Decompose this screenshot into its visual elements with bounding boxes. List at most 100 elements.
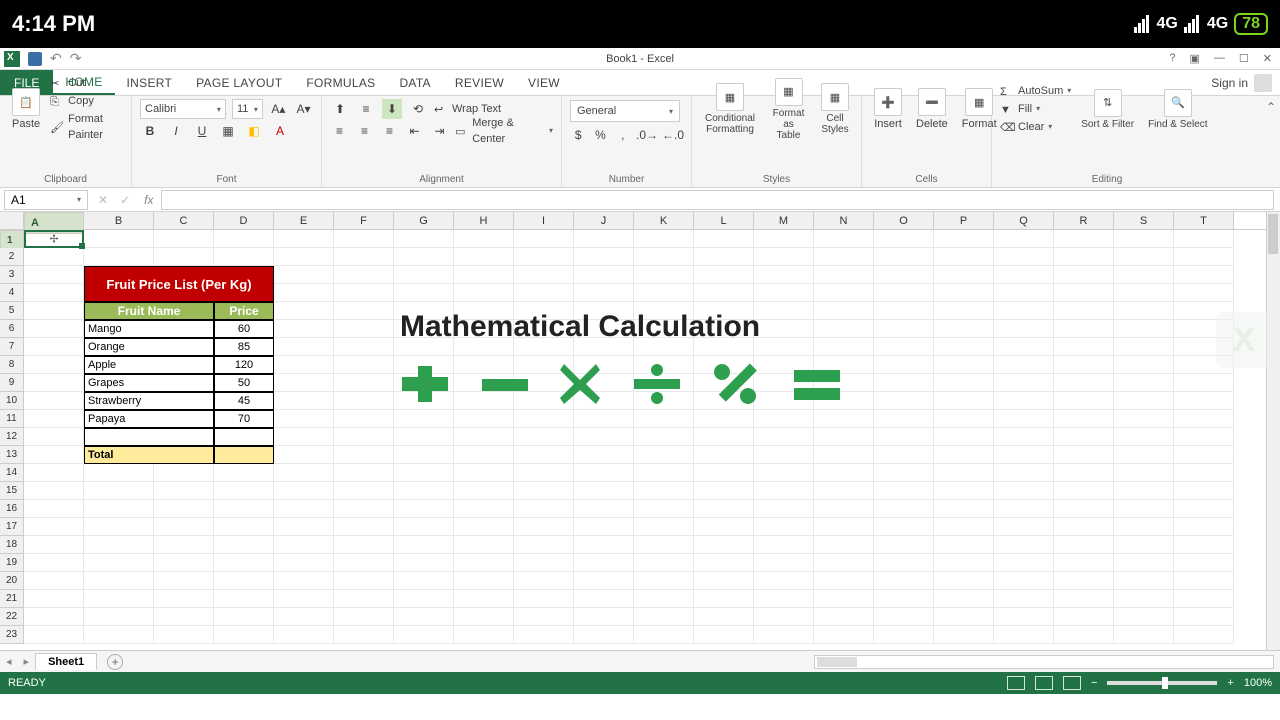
table-row-blank[interactable] (84, 428, 214, 446)
cell[interactable] (874, 626, 934, 644)
cell[interactable] (84, 248, 154, 266)
clear-button[interactable]: ⌫Clear▾ (1000, 119, 1071, 135)
cell[interactable] (1054, 374, 1114, 392)
cell[interactable] (394, 554, 454, 572)
cell[interactable] (334, 500, 394, 518)
cell[interactable] (994, 482, 1054, 500)
cell[interactable] (1114, 446, 1174, 464)
cell[interactable] (1054, 356, 1114, 374)
cell[interactable] (754, 482, 814, 500)
cell[interactable] (634, 500, 694, 518)
cell[interactable] (514, 464, 574, 482)
cell[interactable] (84, 536, 154, 554)
cell[interactable] (334, 266, 394, 284)
percent-button[interactable]: % (592, 125, 608, 145)
cell[interactable] (514, 626, 574, 644)
cell[interactable] (694, 248, 754, 266)
undo-button[interactable]: ↶ (50, 50, 62, 67)
decrease-indent-button[interactable]: ⇤ (405, 121, 424, 141)
cell[interactable] (754, 302, 814, 320)
cell[interactable] (274, 482, 334, 500)
cell[interactable] (24, 284, 84, 302)
cell[interactable] (394, 266, 454, 284)
cell[interactable] (994, 572, 1054, 590)
cell[interactable] (274, 374, 334, 392)
cell[interactable] (994, 428, 1054, 446)
cell[interactable] (394, 464, 454, 482)
cell[interactable] (1114, 392, 1174, 410)
cell[interactable] (454, 482, 514, 500)
cell[interactable] (214, 482, 274, 500)
find-select-button[interactable]: 🔍Find & Select (1144, 87, 1211, 132)
cell[interactable] (694, 266, 754, 284)
cell[interactable] (994, 590, 1054, 608)
cell[interactable] (694, 572, 754, 590)
cell[interactable] (274, 248, 334, 266)
cell[interactable] (84, 572, 154, 590)
cell[interactable] (394, 608, 454, 626)
column-header[interactable]: Q (994, 212, 1054, 229)
cell[interactable] (934, 464, 994, 482)
cell[interactable] (84, 482, 154, 500)
cell[interactable] (754, 284, 814, 302)
cell[interactable] (754, 428, 814, 446)
cell[interactable] (1054, 554, 1114, 572)
zoom-out-button[interactable]: − (1091, 677, 1097, 689)
maximize-button[interactable]: ☐ (1239, 52, 1249, 65)
cell[interactable] (1054, 320, 1114, 338)
cell[interactable] (874, 464, 934, 482)
cell[interactable] (154, 626, 214, 644)
cell[interactable] (1114, 356, 1174, 374)
cell[interactable] (574, 554, 634, 572)
cell[interactable] (874, 410, 934, 428)
cell[interactable] (514, 572, 574, 590)
cell[interactable] (574, 410, 634, 428)
minimize-button[interactable]: — (1214, 52, 1225, 65)
table-row[interactable]: Grapes (84, 374, 214, 392)
cell[interactable] (214, 518, 274, 536)
table-row[interactable]: 70 (214, 410, 274, 428)
number-format-select[interactable]: General▾ (570, 100, 680, 122)
cut-button[interactable]: ✂Cut (50, 75, 123, 91)
cell[interactable] (1174, 284, 1234, 302)
cell[interactable] (84, 464, 154, 482)
font-size-select[interactable]: 11▾ (232, 99, 263, 119)
cell[interactable] (334, 284, 394, 302)
cell[interactable] (994, 410, 1054, 428)
cell[interactable] (874, 446, 934, 464)
cell[interactable] (394, 410, 454, 428)
underline-button[interactable]: U (192, 121, 212, 141)
cell[interactable] (1114, 536, 1174, 554)
cell[interactable] (814, 464, 874, 482)
cell[interactable] (274, 410, 334, 428)
cell[interactable] (574, 572, 634, 590)
cell[interactable] (1174, 536, 1234, 554)
row-header[interactable]: 8 (0, 356, 24, 374)
cell[interactable] (874, 302, 934, 320)
row-header[interactable]: 17 (0, 518, 24, 536)
cell[interactable] (24, 392, 84, 410)
cell[interactable] (694, 464, 754, 482)
cell[interactable] (514, 248, 574, 266)
cell[interactable] (994, 608, 1054, 626)
cell[interactable] (154, 500, 214, 518)
cell[interactable] (934, 500, 994, 518)
cell[interactable] (574, 536, 634, 554)
row-header[interactable]: 7 (0, 338, 24, 356)
cell[interactable] (1054, 266, 1114, 284)
cell[interactable] (574, 266, 634, 284)
cell[interactable] (24, 320, 84, 338)
cell[interactable] (334, 302, 394, 320)
font-color-button[interactable]: A (270, 121, 290, 141)
table-row[interactable]: 60 (214, 320, 274, 338)
cell[interactable] (454, 554, 514, 572)
cell[interactable] (694, 428, 754, 446)
help-button[interactable]: ? (1169, 52, 1175, 65)
cell[interactable] (274, 536, 334, 554)
cell[interactable] (1174, 554, 1234, 572)
cell[interactable] (874, 248, 934, 266)
decrease-font-button[interactable]: A▾ (294, 99, 313, 119)
cell[interactable] (1054, 428, 1114, 446)
cell[interactable] (334, 482, 394, 500)
cell[interactable] (214, 248, 274, 266)
